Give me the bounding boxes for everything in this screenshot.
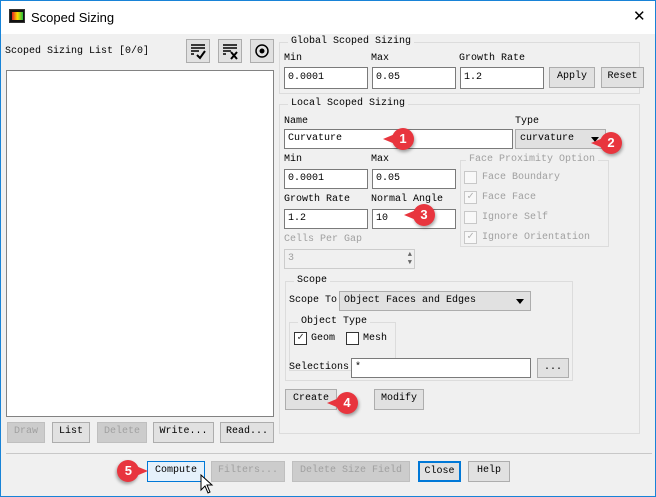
cells-per-gap-value: 3 <box>288 253 295 264</box>
reset-button[interactable]: Reset <box>601 67 644 88</box>
delete-size-field-button[interactable]: Delete Size Field <box>292 461 410 482</box>
select-all-icon <box>191 44 206 60</box>
toggle-button[interactable] <box>250 39 274 63</box>
face-proximity-title: Face Proximity Option <box>466 154 599 166</box>
local-min-input[interactable]: 0.0001 <box>284 169 368 189</box>
scoped-sizing-list[interactable] <box>6 70 274 417</box>
local-group-title: Local Scoped Sizing <box>288 98 409 110</box>
spinner-arrows-icon: ▲ ▼ <box>407 251 412 267</box>
global-max-label: Max <box>371 53 390 64</box>
local-growth-input[interactable]: 1.2 <box>284 209 368 229</box>
step-marker-2: 2 <box>591 132 622 154</box>
step-marker-5: 5 <box>117 460 139 482</box>
global-max-input[interactable]: 0.05 <box>372 67 456 89</box>
radio-target-icon <box>255 44 269 58</box>
global-growth-label: Growth Rate <box>459 53 526 64</box>
step-marker-1: 1 <box>383 128 414 150</box>
name-label: Name <box>284 116 309 127</box>
scope-title: Scope <box>294 275 331 287</box>
proximity-option-label: Ignore Self <box>482 212 549 223</box>
close-icon[interactable]: ✕ <box>633 8 646 24</box>
mouse-cursor-icon <box>200 474 214 494</box>
draw-button[interactable]: Draw <box>7 422 45 443</box>
global-min-input[interactable]: 0.0001 <box>284 67 368 89</box>
compute-button[interactable]: Compute <box>147 461 205 482</box>
local-max-input[interactable]: 0.05 <box>372 169 456 189</box>
type-label: Type <box>515 116 540 127</box>
cells-per-gap-label: Cells Per Gap <box>284 234 363 245</box>
list-button[interactable]: List <box>52 422 90 443</box>
geom-label: Geom <box>311 333 336 344</box>
scope-to-value: Object Faces and Edges <box>344 295 477 306</box>
close-button[interactable]: Close <box>418 461 461 482</box>
object-type-title: Object Type <box>298 316 371 328</box>
normal-angle-label: Normal Angle <box>371 194 444 205</box>
selections-input[interactable]: * <box>351 358 531 378</box>
app-icon <box>9 9 25 23</box>
apply-button[interactable]: Apply <box>549 67 595 88</box>
select-all-button[interactable] <box>186 39 210 63</box>
list-title: Scoped Sizing List [0/0] <box>5 46 150 57</box>
help-button[interactable]: Help <box>468 461 510 482</box>
type-value: curvature <box>520 133 575 144</box>
proximity-checkbox[interactable] <box>464 211 477 224</box>
write-button[interactable]: Write... <box>153 422 214 443</box>
deselect-all-icon <box>223 44 238 60</box>
read-button[interactable]: Read... <box>220 422 274 443</box>
scope-to-select[interactable]: Object Faces and Edges <box>339 291 531 311</box>
local-growth-label: Growth Rate <box>284 194 351 205</box>
proximity-checkbox[interactable]: ✓ <box>464 191 477 204</box>
proximity-option-label: Face Boundary <box>482 172 561 183</box>
proximity-option-label: Ignore Orientation <box>482 232 591 243</box>
mesh-checkbox[interactable] <box>346 332 359 345</box>
filters-button[interactable]: Filters... <box>211 461 285 482</box>
local-max-label: Max <box>371 154 390 165</box>
global-group-title: Global Scoped Sizing <box>288 36 415 48</box>
window-title: Scoped Sizing <box>31 10 115 25</box>
cells-per-gap-spinner[interactable]: 3 ▲ ▼ <box>284 249 415 269</box>
deselect-all-button[interactable] <box>218 39 242 63</box>
divider <box>6 453 652 454</box>
proximity-option-label: Face Face <box>482 192 537 203</box>
global-min-label: Min <box>284 53 303 64</box>
modify-button[interactable]: Modify <box>374 389 424 410</box>
title-bar: Scoped Sizing ✕ <box>1 1 655 34</box>
scope-to-label: Scope To <box>289 295 338 306</box>
scoped-sizing-dialog: Scoped Sizing ✕ Scoped Sizing List [0/0]… <box>0 0 656 497</box>
step-marker-3: 3 <box>404 204 435 226</box>
geom-checkbox[interactable]: ✓ <box>294 332 307 345</box>
delete-button[interactable]: Delete <box>97 422 147 443</box>
proximity-checkbox[interactable] <box>464 171 477 184</box>
global-growth-input[interactable]: 1.2 <box>460 67 544 89</box>
chevron-down-icon <box>516 299 524 304</box>
local-min-label: Min <box>284 154 303 165</box>
selections-label: Selections <box>289 362 350 373</box>
browse-button[interactable]: ... <box>537 358 569 378</box>
step-marker-4: 4 <box>327 392 358 414</box>
mesh-label: Mesh <box>363 333 388 344</box>
proximity-checkbox[interactable]: ✓ <box>464 231 477 244</box>
